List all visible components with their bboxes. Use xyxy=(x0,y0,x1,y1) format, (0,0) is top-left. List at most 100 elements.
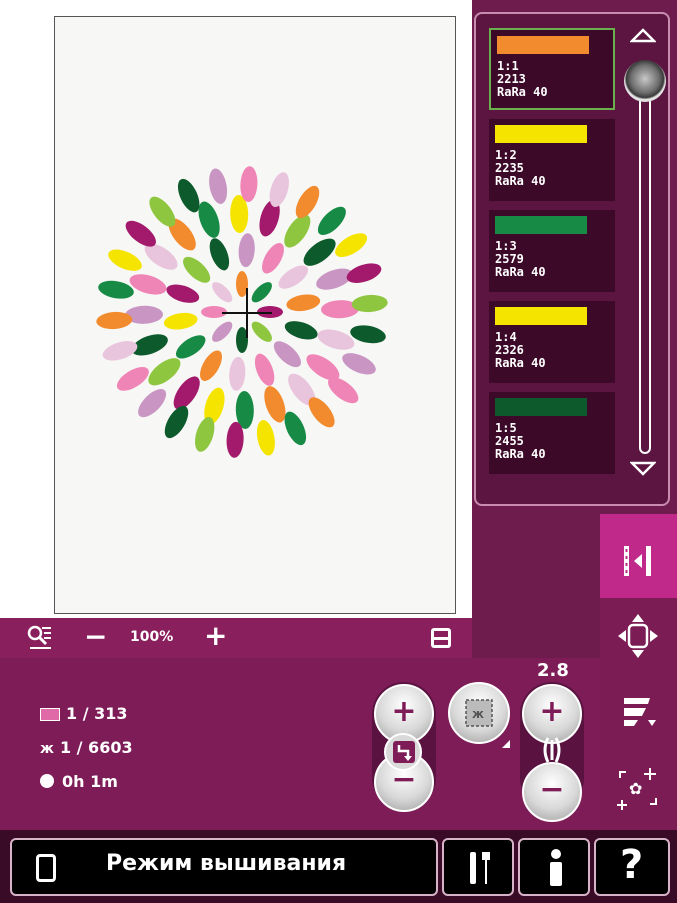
status-panel: 1 / 313 ж1 / 6603 0h 1m + − ж 2.8 + − xyxy=(0,658,600,830)
thread-color-swatch xyxy=(495,307,587,325)
design-petal xyxy=(98,280,134,299)
design-petal xyxy=(138,388,167,418)
jump-stitch-tab[interactable] xyxy=(600,514,677,598)
thread-index: 1:2 xyxy=(495,148,517,162)
design-petal xyxy=(254,353,275,386)
jump-stitch-icon xyxy=(624,546,651,576)
thread-color-list: 1:1 2213 RaRa 40 1:2 2235 RaRa 40 1:3 25… xyxy=(474,12,670,506)
design-petal xyxy=(209,168,228,204)
zoom-options-icon[interactable] xyxy=(26,624,52,652)
thread-index: 1:4 xyxy=(495,330,517,344)
design-petal xyxy=(335,233,368,257)
design-petal xyxy=(278,265,309,289)
design-petal xyxy=(183,256,211,283)
design-petal xyxy=(342,353,376,375)
scroll-up-arrow-icon[interactable] xyxy=(630,28,656,44)
scrollbar-track[interactable] xyxy=(639,64,651,454)
info-icon xyxy=(550,849,562,886)
mirror-icon xyxy=(543,737,561,763)
thread-number: 2213 xyxy=(497,72,526,86)
stitch-back-button[interactable] xyxy=(384,733,422,771)
design-petal xyxy=(209,238,230,271)
thread-number: 2326 xyxy=(495,343,524,357)
color-block-counter: 1 / 313 xyxy=(40,704,128,723)
width-decrease-button[interactable]: − xyxy=(522,762,582,822)
thread-brand: RaRa 40 xyxy=(495,174,546,188)
design-petal xyxy=(175,335,206,359)
hoop-view-button[interactable]: ж xyxy=(448,682,510,744)
stitch-width-value: 2.8 xyxy=(537,660,569,681)
thread-number: 2579 xyxy=(495,252,524,266)
thread-index: 1:1 xyxy=(497,59,519,73)
thread-item-2[interactable]: 1:2 2235 RaRa 40 xyxy=(489,119,615,201)
design-position-icon[interactable]: ✿ xyxy=(614,764,662,812)
design-petal xyxy=(317,329,355,350)
design-petal xyxy=(163,312,198,330)
design-petal xyxy=(129,274,167,295)
thread-color-swatch xyxy=(495,125,587,143)
design-petal xyxy=(229,356,246,391)
design-petal xyxy=(108,249,142,271)
zoom-bar: − 100% + xyxy=(0,618,472,658)
time-remaining: 0h 1m xyxy=(40,772,118,791)
design-petal xyxy=(251,321,272,342)
thread-item-3[interactable]: 1:3 2579 RaRa 40 xyxy=(489,210,615,292)
design-petal xyxy=(251,282,272,303)
thread-brand: RaRa 40 xyxy=(495,356,546,370)
design-petal xyxy=(262,243,284,274)
design-petal xyxy=(212,282,233,303)
design-petal xyxy=(212,321,233,342)
thread-index: 1:3 xyxy=(495,239,517,253)
color-block-icon xyxy=(40,708,60,721)
design-petal xyxy=(238,233,255,268)
scrollbar-thumb[interactable] xyxy=(624,60,666,102)
design-petal xyxy=(317,206,346,236)
thread-number: 2455 xyxy=(495,434,524,448)
help-button[interactable]: ? xyxy=(594,838,670,896)
thread-index: 1:5 xyxy=(495,421,517,435)
thread-brand: RaRa 40 xyxy=(495,265,546,279)
design-petal xyxy=(148,358,181,386)
thread-number: 2235 xyxy=(495,161,524,175)
design-petal xyxy=(102,341,138,361)
svg-text:✿: ✿ xyxy=(629,779,642,798)
zoom-in-button[interactable]: + xyxy=(204,619,227,652)
design-petal xyxy=(200,350,222,381)
stitch-counter: ж1 / 6603 xyxy=(40,738,133,757)
design-petal xyxy=(256,420,275,456)
zoom-out-button[interactable]: − xyxy=(84,620,107,653)
thread-item-1[interactable]: 1:1 2213 RaRa 40 xyxy=(489,28,615,110)
settings-button[interactable] xyxy=(442,838,514,896)
width-increase-button[interactable]: + xyxy=(522,684,582,744)
design-petal xyxy=(166,284,200,303)
clock-icon xyxy=(40,774,54,788)
design-petal xyxy=(116,367,149,391)
thread-brand: RaRa 40 xyxy=(495,447,546,461)
thread-item-5[interactable]: 1:5 2455 RaRa 40 xyxy=(489,392,615,474)
expand-corner-icon xyxy=(502,740,510,748)
design-petal xyxy=(346,263,382,283)
help-icon: ? xyxy=(620,842,644,888)
thread-color-swatch xyxy=(495,216,587,234)
thread-item-4[interactable]: 1:4 2326 RaRa 40 xyxy=(489,301,615,383)
design-petal xyxy=(303,238,336,266)
window-toggle-icon[interactable] xyxy=(429,626,453,650)
hoop-view-icon: ж xyxy=(465,699,493,727)
color-sort-icon[interactable] xyxy=(620,694,660,730)
stitch-back-icon xyxy=(393,741,415,763)
thread-color-swatch xyxy=(497,36,589,54)
butterfly-icon: ж xyxy=(40,741,54,757)
embroidery-design[interactable] xyxy=(0,0,472,618)
move-design-icon[interactable] xyxy=(616,612,660,660)
design-petal xyxy=(350,325,386,344)
window-icon xyxy=(36,854,56,882)
info-button[interactable] xyxy=(518,838,590,896)
zoom-level-label: 100% xyxy=(130,629,174,645)
thread-color-swatch xyxy=(495,398,587,416)
scroll-down-arrow-icon[interactable] xyxy=(630,460,656,476)
design-petal xyxy=(286,294,321,312)
svg-text:ж: ж xyxy=(472,707,484,721)
mode-label: Режим вышивания xyxy=(106,851,347,876)
design-petal xyxy=(284,321,318,340)
design-petal xyxy=(273,341,301,368)
